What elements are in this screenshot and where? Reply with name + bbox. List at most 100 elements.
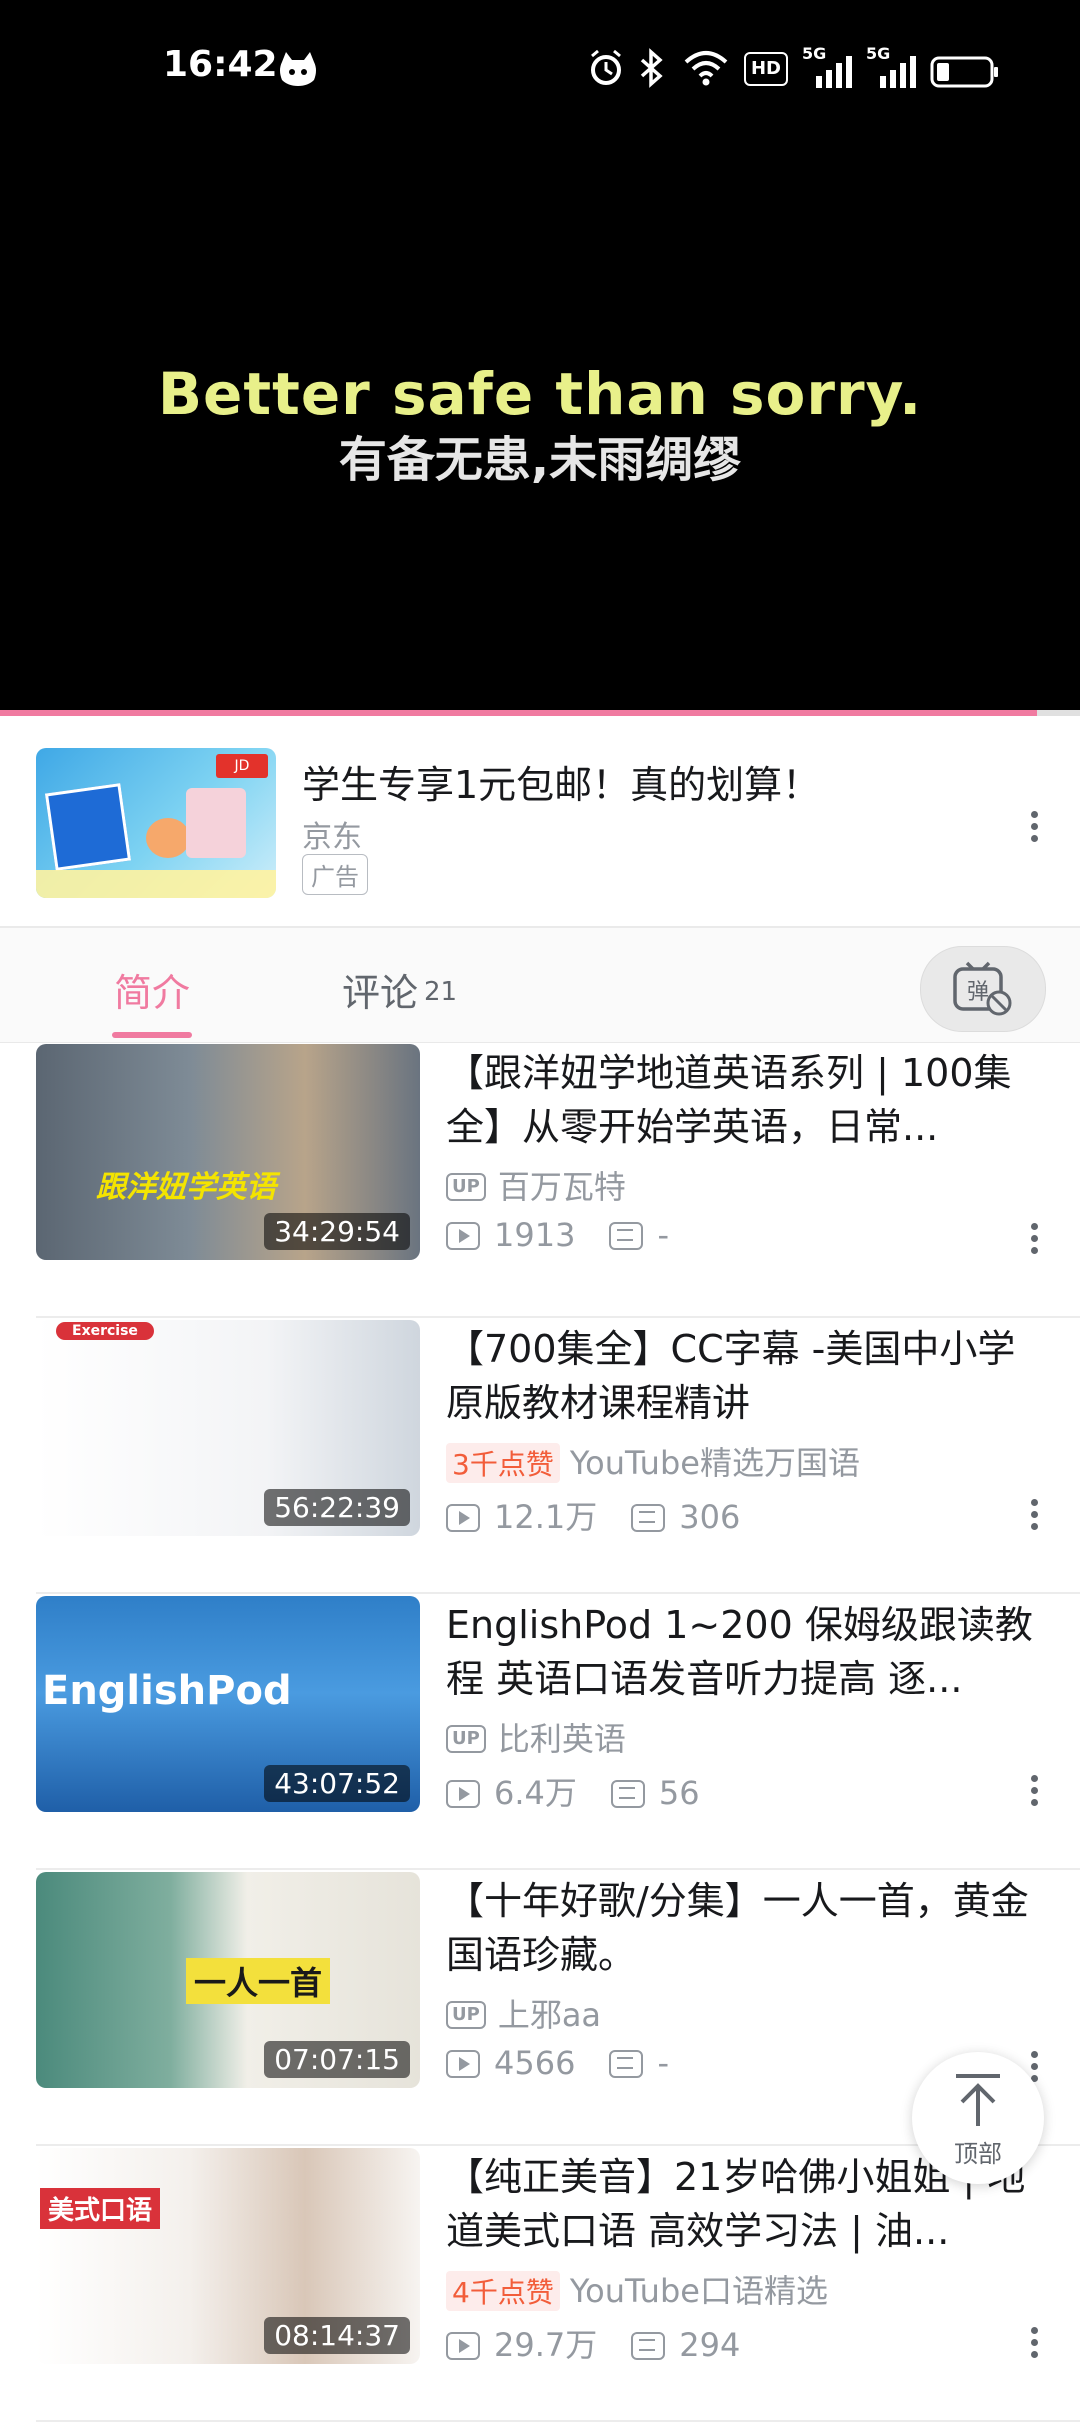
more-options-icon[interactable]	[1024, 1218, 1044, 1268]
wifi-icon	[684, 51, 728, 86]
thumbnail-text: EnglishPod	[42, 1668, 292, 1714]
ad-title[interactable]: 学生专享1元包邮！真的划算！	[302, 754, 820, 809]
video-player[interactable]: 16:42 HD 5G 5G Better safe than sorry. 有…	[0, 0, 1080, 712]
tab-intro[interactable]: 简介	[114, 962, 190, 1017]
video-thumbnail[interactable]: EnglishPod 43:07:52	[36, 1596, 420, 1812]
video-author-row[interactable]: UP 上邪aa	[446, 1990, 601, 2036]
tab-active-indicator	[112, 1032, 192, 1038]
back-to-top-button[interactable]: 顶部	[912, 2052, 1044, 2184]
thumbnail-text: 美式口语	[40, 2188, 161, 2229]
video-duration: 34:29:54	[264, 1213, 410, 1250]
likes-badge: 3千点赞	[446, 1443, 560, 1483]
video-duration: 08:14:37	[264, 2317, 410, 2354]
jd-logo-icon: JD	[216, 754, 268, 778]
subtitle-english: Better safe than sorry.	[157, 360, 923, 428]
ad-card[interactable]: JD 学生专享1元包邮！真的划算！ 京东 广告	[0, 716, 1080, 926]
danmaku-count-icon	[609, 2050, 644, 2078]
danmaku-toggle-button[interactable]: 弹	[920, 946, 1046, 1032]
video-duration: 07:07:15	[264, 2041, 410, 2078]
likes-badge: 4千点赞	[446, 2271, 560, 2311]
video-author-row[interactable]: 3千点赞 YouTube精选万国语	[446, 1438, 860, 1484]
video-card[interactable]: 跟洋妞学英语 34:29:54 【跟洋妞学地道英语系列 | 100集全】从零开始…	[0, 1042, 1080, 1318]
more-options-icon[interactable]	[1024, 1770, 1044, 1820]
tab-comments[interactable]: 评论 21	[342, 962, 457, 1017]
battery-icon	[930, 56, 998, 88]
hd-label: HD	[750, 58, 781, 79]
video-author: 上邪aa	[497, 1996, 602, 2034]
video-author-row[interactable]: UP 百万瓦特	[446, 1162, 626, 1208]
danmaku-count-icon	[609, 1222, 644, 1250]
tab-bar: 简介 评论 21 弹	[0, 928, 1080, 1043]
danmaku-off-icon: 弹	[953, 961, 1012, 1016]
video-card[interactable]: 美式口语 08:14:37 【纯正美音】21岁哈佛小姐姐 | 地道美式口语 高效…	[0, 2146, 1080, 2422]
danmaku-count-icon	[631, 1504, 666, 1532]
arrow-up-icon	[956, 2074, 1000, 2126]
ad-badge: 广告	[302, 854, 368, 895]
video-thumbnail[interactable]: Exercise 56:22:39	[36, 1320, 420, 1536]
bluetooth-icon	[640, 48, 663, 88]
video-author: 比利英语	[497, 1720, 626, 1758]
video-title[interactable]: 【十年好歌/分集】一人一首，黄金国语珍藏。	[446, 1874, 1046, 1982]
video-stats-row: 6.4万 56	[446, 1768, 700, 1814]
play-count-icon	[446, 1780, 480, 1808]
cat-app-icon	[280, 52, 316, 86]
danmaku-icon-glyph: 弹	[967, 980, 989, 1005]
video-author: 百万瓦特	[497, 1168, 626, 1206]
video-author: YouTube口语精选	[569, 2272, 828, 2310]
thumbnail-text: 一人一首	[186, 1958, 331, 2004]
up-badge: UP	[446, 2001, 486, 2029]
hd-icon: HD	[744, 52, 788, 86]
more-options-icon[interactable]	[1024, 806, 1044, 856]
up-badge: UP	[446, 1173, 486, 1201]
video-card[interactable]: Exercise 56:22:39 【700集全】CC字幕 -美国中小学原版教材…	[0, 1318, 1080, 1594]
video-thumbnail[interactable]: 美式口语 08:14:37	[36, 2148, 420, 2364]
more-options-icon[interactable]	[1024, 1494, 1044, 1544]
video-title[interactable]: 【跟洋妞学地道英语系列 | 100集全】从零开始学英语，日常...	[446, 1046, 1046, 1154]
comment-count: -	[657, 1216, 669, 1254]
comments-count: 21	[424, 977, 458, 1007]
more-options-icon[interactable]	[1024, 2322, 1044, 2372]
thumbnail-text: Exercise	[56, 1322, 154, 1340]
5g-signal-icon: 5G	[802, 44, 852, 88]
status-bar: 16:42 HD 5G 5G	[0, 0, 1080, 140]
comment-count: 56	[658, 1774, 700, 1812]
danmaku-count-icon	[631, 2332, 666, 2360]
video-duration: 43:07:52	[264, 1765, 410, 1802]
back-to-top-label: 顶部	[954, 2140, 1002, 2168]
view-count: 4566	[494, 2044, 576, 2082]
thumbnail-text: 跟洋妞学英语	[96, 1170, 276, 1205]
video-stats-row: 29.7万 294	[446, 2320, 740, 2366]
tab-comments-label: 评论	[342, 971, 419, 1015]
video-stats-row: 12.1万 306	[446, 1492, 740, 1538]
video-stats-row: 1913 -	[446, 1216, 669, 1254]
up-badge: UP	[446, 1725, 486, 1753]
view-count: 12.1万	[494, 1498, 598, 1536]
view-count: 6.4万	[494, 1774, 577, 1812]
play-count-icon	[446, 1504, 480, 1532]
video-stats-row: 4566 -	[446, 2044, 669, 2082]
ad-source: 京东	[302, 820, 362, 855]
video-author: YouTube精选万国语	[569, 1444, 860, 1482]
play-count-icon	[446, 1222, 480, 1250]
alarm-icon	[591, 49, 621, 85]
video-author-row[interactable]: UP 比利英语	[446, 1714, 626, 1760]
video-title[interactable]: 【700集全】CC字幕 -美国中小学原版教材课程精讲	[446, 1322, 1046, 1430]
video-thumbnail[interactable]: 跟洋妞学英语 34:29:54	[36, 1044, 420, 1260]
play-count-icon	[446, 2332, 480, 2360]
video-thumbnail[interactable]: 一人一首 07:07:15	[36, 1872, 420, 2088]
video-title[interactable]: EnglishPod 1~200 保姆级跟读教程 英语口语发音听力提高 逐...	[446, 1598, 1046, 1706]
comment-count: -	[657, 2044, 669, 2082]
comment-count: 306	[679, 1498, 741, 1536]
video-author-row[interactable]: 4千点赞 YouTube口语精选	[446, 2266, 828, 2312]
comment-count: 294	[679, 2326, 741, 2364]
danmaku-count-icon	[610, 1780, 645, 1808]
ad-thumbnail[interactable]: JD	[36, 748, 276, 898]
5g-signal-icon: 5G	[866, 44, 916, 88]
view-count: 1913	[494, 1216, 576, 1254]
status-time: 16:42	[163, 44, 278, 85]
video-card[interactable]: EnglishPod 43:07:52 EnglishPod 1~200 保姆级…	[0, 1594, 1080, 1870]
play-count-icon	[446, 2050, 480, 2078]
view-count: 29.7万	[494, 2326, 598, 2364]
subtitle-chinese: 有备无患,未雨绸缪	[338, 432, 742, 488]
video-duration: 56:22:39	[264, 1489, 410, 1526]
